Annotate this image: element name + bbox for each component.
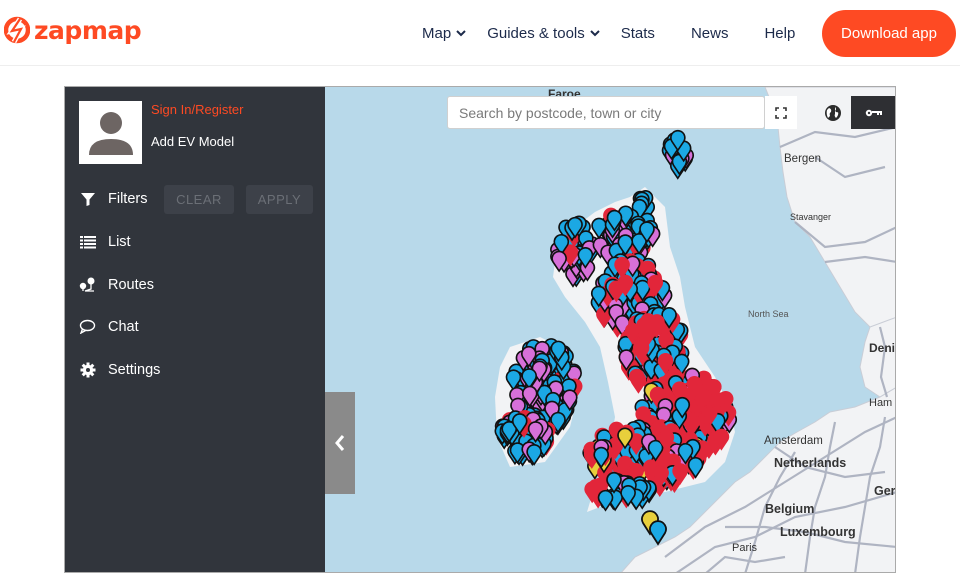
nav-news-label: News	[690, 24, 729, 42]
user-silhouette-icon	[89, 112, 133, 155]
avatar[interactable]	[79, 101, 142, 164]
map-canvas[interactable]: Faroe Bergen Stavanger North Sea Deni Ha…	[325, 87, 896, 572]
nav-news[interactable]: News	[691, 25, 729, 42]
nav-stats[interactable]: Stats	[621, 25, 655, 42]
nav-map[interactable]: Map	[422, 25, 467, 42]
chevron-down-icon	[590, 30, 600, 37]
key-icon	[865, 109, 882, 116]
charger-marker[interactable]	[649, 520, 667, 546]
map-label-bergen: Bergen	[784, 153, 822, 165]
sidebar-item-chat[interactable]: Chat	[79, 318, 139, 335]
map-label-amsterdam: Amsterdam	[764, 435, 823, 447]
sidebar-item-routes[interactable]: Routes	[79, 276, 154, 293]
clear-filters-button[interactable]: CLEAR	[164, 185, 234, 214]
nav-map-label: Map	[422, 24, 452, 42]
map-label-belgium: Belgium	[765, 502, 815, 516]
nav-guides-label: Guides & tools	[487, 24, 585, 42]
nav-help[interactable]: Help	[764, 25, 795, 42]
nav-help-label: Help	[764, 24, 796, 42]
map-label-stavanger: Stavanger	[790, 212, 832, 222]
map-widget: Sign In/Register Add EV Model Filters CL…	[64, 86, 896, 573]
fullscreen-button[interactable]	[765, 96, 797, 129]
filters-toggle[interactable]: Filters	[79, 190, 147, 207]
routes-icon	[79, 276, 96, 293]
routes-label: Routes	[108, 276, 154, 293]
chat-label: Chat	[108, 318, 139, 335]
map-label-north-sea: North Sea	[748, 309, 789, 319]
gear-icon	[79, 361, 96, 378]
charger-marker[interactable]	[597, 489, 614, 512]
download-app-button[interactable]: Download app	[822, 10, 956, 57]
zapmap-logo[interactable]: zapmap	[4, 15, 142, 45]
sidebar-item-settings[interactable]: Settings	[79, 361, 160, 378]
map-label-netherlands: Netherlands	[774, 456, 847, 470]
map-sidebar: Sign In/Register Add EV Model Filters CL…	[65, 87, 325, 572]
map-label-hamburg: Ham	[869, 397, 893, 409]
brand-name: zapmap	[34, 15, 142, 45]
nav-stats-label: Stats	[620, 24, 655, 42]
map-style-button[interactable]	[817, 96, 849, 129]
zapmap-bolt-icon	[4, 16, 30, 44]
globe-icon	[825, 104, 841, 121]
list-icon	[79, 233, 96, 250]
settings-label: Settings	[108, 361, 161, 378]
sidebar-item-list[interactable]: List	[79, 233, 131, 250]
chevron-down-icon	[456, 30, 466, 37]
land-denmark	[859, 317, 895, 398]
sign-in-register-link[interactable]: Sign In/Register	[151, 102, 244, 117]
map-label-paris: Paris	[732, 542, 758, 554]
fullscreen-icon	[775, 106, 787, 119]
top-navbar: zapmap Map Guides & tools Stats News Hel…	[0, 0, 960, 66]
chevron-left-icon	[335, 435, 345, 451]
collapse-sidebar-button[interactable]	[325, 392, 355, 494]
add-ev-model-link[interactable]: Add EV Model	[151, 134, 234, 149]
location-search-input[interactable]	[447, 96, 765, 129]
key-legend-button[interactable]	[851, 96, 895, 129]
list-label: List	[108, 233, 131, 250]
chat-icon	[79, 318, 96, 335]
map-label-denmark: Deni	[869, 341, 896, 355]
map-label-germany: Ger	[874, 484, 896, 498]
map-label-luxembourg: Luxembourg	[780, 525, 856, 539]
apply-filters-button[interactable]: APPLY	[246, 185, 313, 214]
filter-icon	[79, 190, 96, 207]
filters-label: Filters	[108, 190, 148, 207]
nav-guides-tools[interactable]: Guides & tools	[487, 25, 601, 42]
main-nav: Map Guides & tools Stats News Help	[420, 0, 795, 66]
